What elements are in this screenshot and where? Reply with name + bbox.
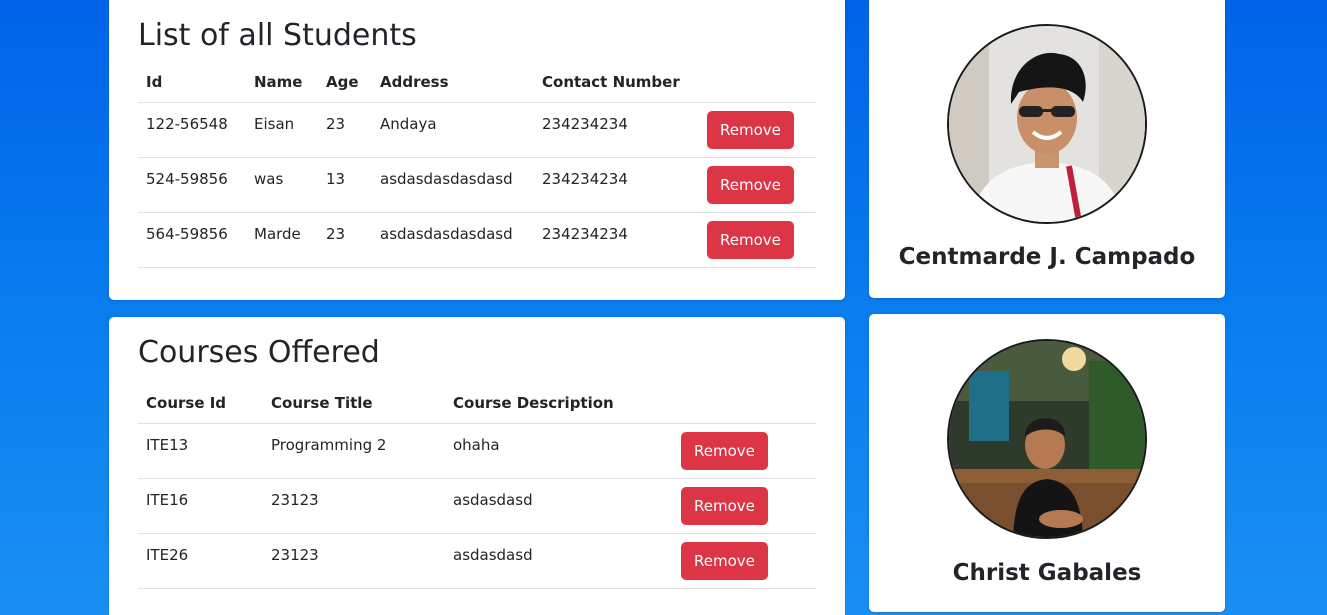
action-cell: Remove <box>699 157 816 213</box>
table-row: 122-56548 Eisan 23 Andaya 234234234 Remo… <box>138 102 816 158</box>
student-contact: 234234234 <box>534 157 699 213</box>
student-id: 122-56548 <box>138 102 246 158</box>
avatar <box>947 24 1147 224</box>
table-row: 564-59856 Marde 23 asdasdasdasdasd 23423… <box>138 212 816 268</box>
column-header-course-id: Course Id <box>138 383 263 424</box>
action-cell: Remove <box>673 423 816 479</box>
student-contact: 234234234 <box>534 212 699 268</box>
profile-card: Christ Gabales <box>869 314 1225 612</box>
courses-title: Courses Offered <box>138 335 380 370</box>
remove-student-button[interactable]: Remove <box>707 166 794 204</box>
students-table: Id Name Age Address Contact Number 122-5… <box>138 62 816 268</box>
student-name: Marde <box>246 212 318 268</box>
remove-course-button[interactable]: Remove <box>681 432 768 470</box>
courses-table: Course Id Course Title Course Descriptio… <box>138 383 816 589</box>
course-id: ITE26 <box>138 533 263 589</box>
courses-header-row: Course Id Course Title Course Descriptio… <box>138 383 816 424</box>
students-title: List of all Students <box>138 18 417 53</box>
profile-photo-person-icon <box>949 341 1145 537</box>
student-name: was <box>246 157 318 213</box>
column-header-name: Name <box>246 62 318 103</box>
course-description: asdasdasd <box>445 478 673 534</box>
table-row: ITE13 Programming 2 ohaha Remove <box>138 423 816 479</box>
course-title: 23123 <box>263 478 445 534</box>
course-description: ohaha <box>445 423 673 479</box>
profile-name: Christ Gabales <box>952 560 1142 586</box>
column-header-address: Address <box>372 62 534 103</box>
profile-name: Centmarde J. Campado <box>898 244 1196 270</box>
table-row: ITE16 23123 asdasdasd Remove <box>138 478 816 534</box>
course-title: 23123 <box>263 533 445 589</box>
column-header-contact: Contact Number <box>534 62 699 103</box>
remove-student-button[interactable]: Remove <box>707 221 794 259</box>
student-address: asdasdasdasdasd <box>372 157 534 213</box>
profile-card: Centmarde J. Campado <box>869 0 1225 298</box>
action-cell: Remove <box>673 478 816 534</box>
column-header-actions <box>673 383 816 424</box>
action-cell: Remove <box>699 212 816 268</box>
student-id: 524-59856 <box>138 157 246 213</box>
column-header-actions <box>699 62 816 103</box>
column-header-course-title: Course Title <box>263 383 445 424</box>
students-card: List of all Students Id Name Age Address… <box>109 0 845 300</box>
avatar <box>947 339 1147 539</box>
student-name: Eisan <box>246 102 318 158</box>
student-address: Andaya <box>372 102 534 158</box>
course-title: Programming 2 <box>263 423 445 479</box>
remove-student-button[interactable]: Remove <box>707 111 794 149</box>
course-description: asdasdasd <box>445 533 673 589</box>
column-header-age: Age <box>318 62 372 103</box>
column-header-course-description: Course Description <box>445 383 673 424</box>
student-age: 23 <box>318 102 372 158</box>
student-contact: 234234234 <box>534 102 699 158</box>
action-cell: Remove <box>699 102 816 158</box>
table-row: ITE26 23123 asdasdasd Remove <box>138 533 816 589</box>
column-header-id: Id <box>138 62 246 103</box>
student-id: 564-59856 <box>138 212 246 268</box>
student-age: 13 <box>318 157 372 213</box>
courses-card: Courses Offered Course Id Course Title C… <box>109 317 845 615</box>
student-address: asdasdasdasdasd <box>372 212 534 268</box>
student-age: 23 <box>318 212 372 268</box>
students-header-row: Id Name Age Address Contact Number <box>138 62 816 103</box>
profile-photo-person-icon <box>949 26 1145 222</box>
remove-course-button[interactable]: Remove <box>681 542 768 580</box>
remove-course-button[interactable]: Remove <box>681 487 768 525</box>
table-row: 524-59856 was 13 asdasdasdasdasd 2342342… <box>138 157 816 213</box>
course-id: ITE16 <box>138 478 263 534</box>
action-cell: Remove <box>673 533 816 589</box>
course-id: ITE13 <box>138 423 263 479</box>
